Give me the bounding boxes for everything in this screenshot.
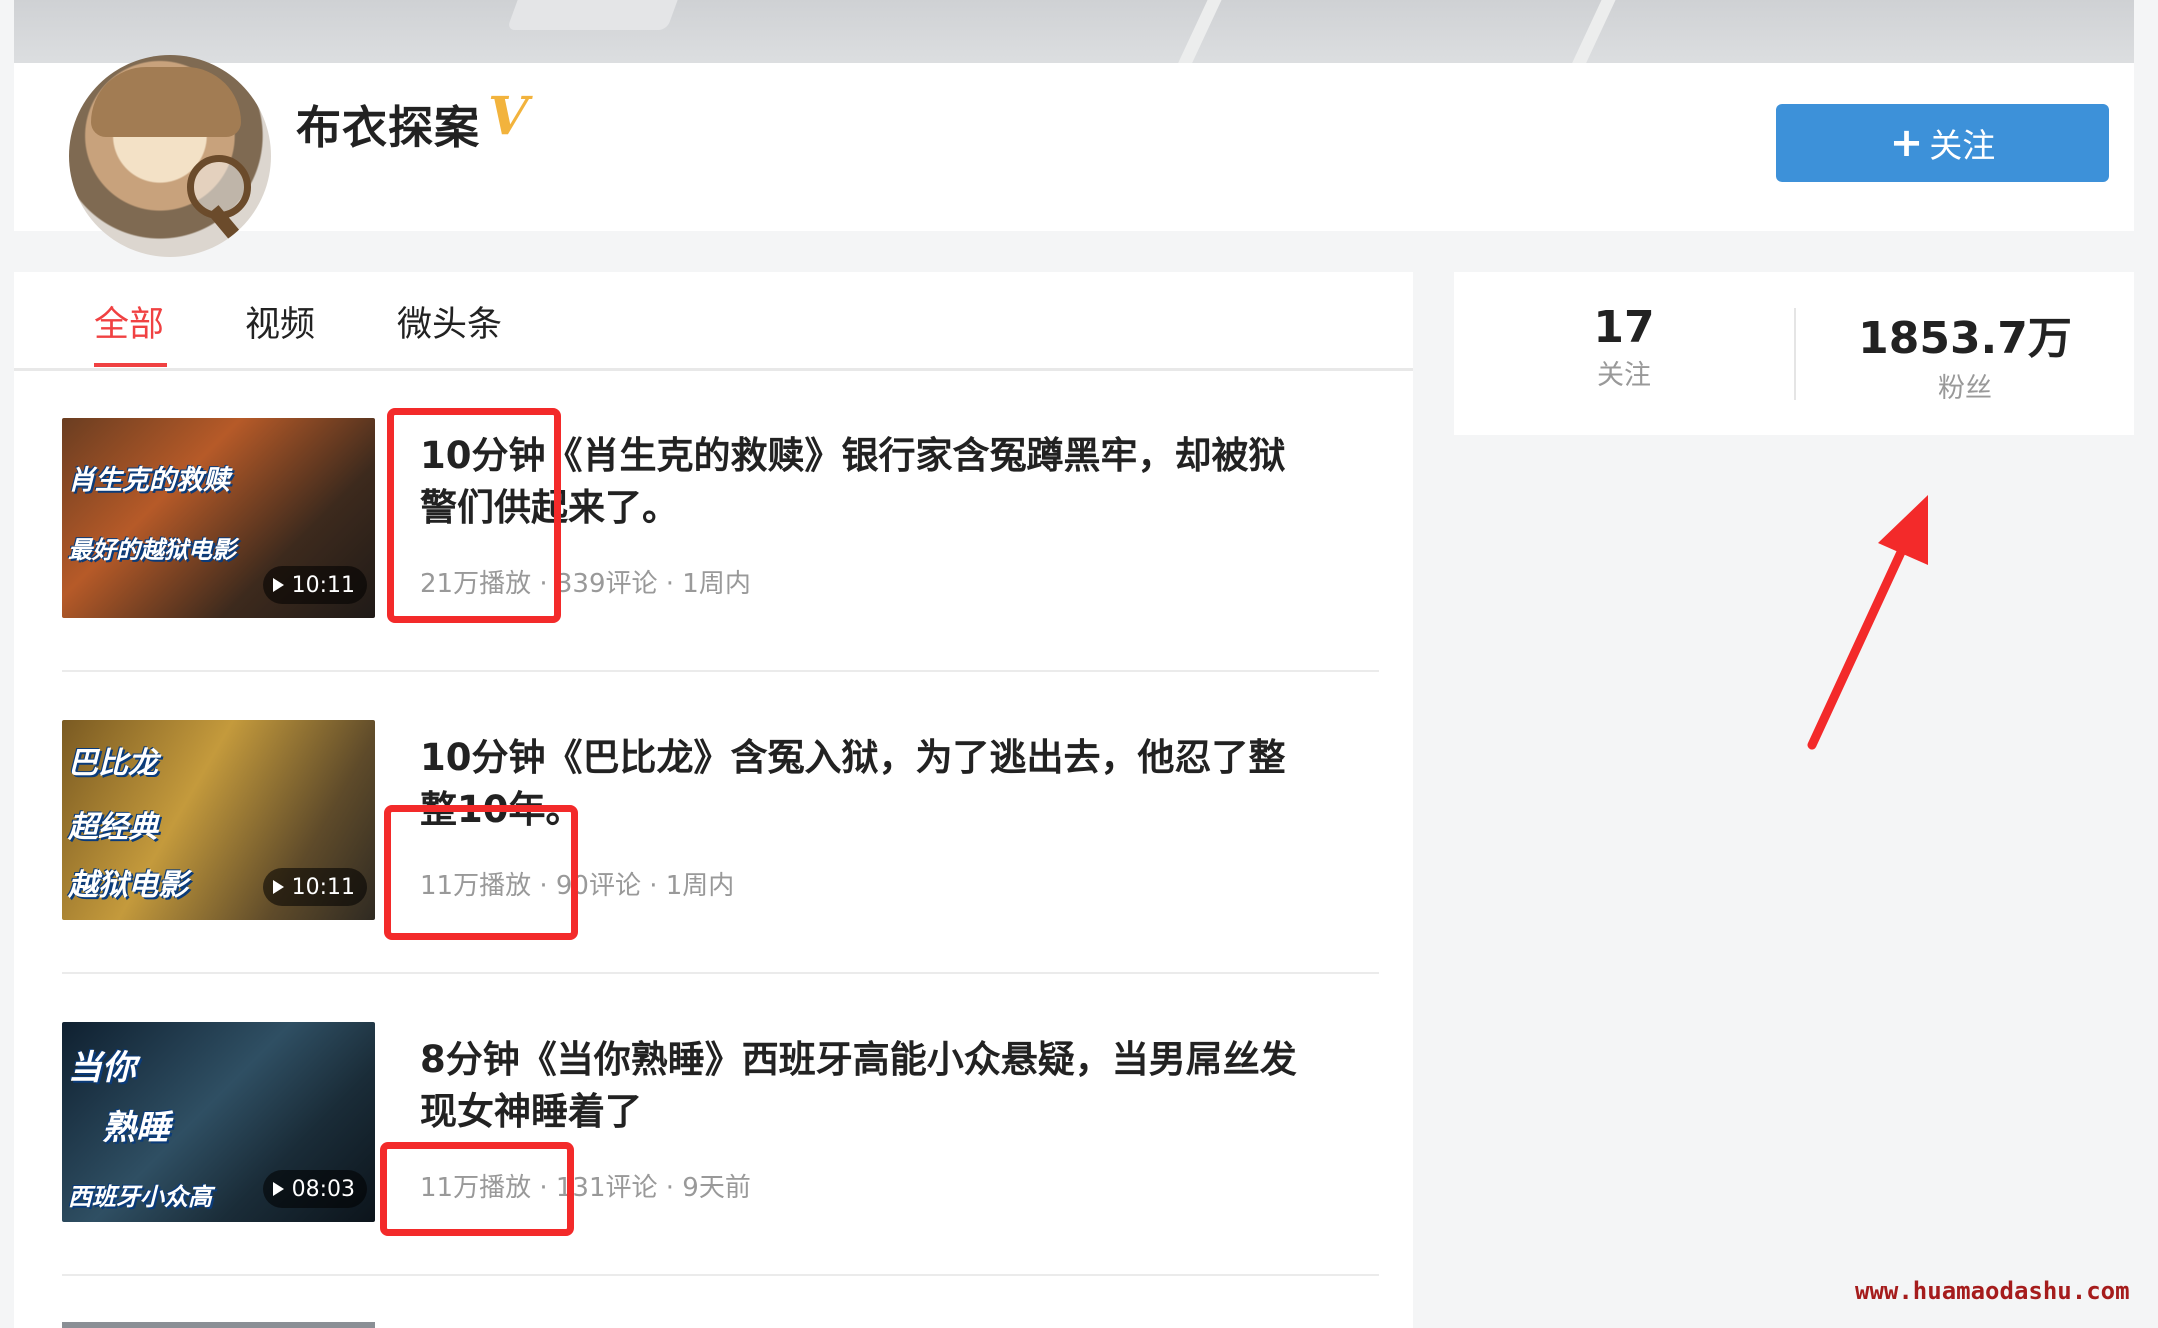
list-item[interactable]: 当你 熟睡 西班牙小众高 08:03 8分钟《当你熟睡》西班牙高能小众悬疑，当男… [62, 972, 1379, 1276]
annotation-box [384, 805, 578, 940]
play-icon [272, 880, 284, 894]
play-icon [272, 1182, 284, 1196]
video-thumbnail[interactable]: 肖生克的救赎 最好的越狱电影 10:11 [62, 418, 375, 618]
thumbnail-caption: 最好的越狱电影 [68, 536, 236, 564]
list-item[interactable]: 巴比龙 超经典 越狱电影 10:11 10分钟《巴比龙》含冤入狱，为了逃出去，他… [62, 670, 1379, 974]
profile-name[interactable]: 布衣探案 [296, 91, 480, 156]
video-thumbnail[interactable]: 当你 熟睡 西班牙小众高 08:03 [62, 1022, 375, 1222]
title-line: 8分钟《当你熟睡》西班牙高能小众悬疑，当男屌丝发 [420, 1038, 1297, 1081]
follow-button[interactable]: + 关注 [1776, 104, 2109, 182]
list-item[interactable]: 肖生克的救赎 最好的越狱电影 10:11 10分钟《肖生克的救赎》银行家含冤蹲黑… [62, 368, 1379, 672]
following-stat[interactable]: 17 关注 [1454, 302, 1794, 392]
thumbnail-caption: 巴比龙 [68, 746, 158, 781]
watermark: www.huamaodashu.com [1855, 1277, 2130, 1305]
video-thumbnail[interactable]: 巴比龙 超经典 越狱电影 10:11 [62, 720, 375, 920]
thumbnail-caption: 西班牙小众高 [68, 1183, 212, 1211]
avatar[interactable] [69, 55, 271, 257]
banner-decoration [506, 0, 682, 30]
thumbnail-caption: 当你 [68, 1048, 136, 1088]
duration-badge: 10:11 [262, 566, 367, 604]
follow-button-label: 关注 [1929, 126, 1996, 165]
tab-video[interactable]: 视频 [245, 296, 315, 347]
thumbnail-caption: 越狱电影 [68, 868, 188, 903]
content-feed: 全部 视频 微头条 肖生克的救赎 最好的越狱电影 10:11 10分钟《肖生克的… [14, 272, 1413, 1328]
title-line: 10分钟《肖生克的救赎》银行家含冤蹲黑牢，却被狱 [420, 434, 1286, 477]
following-count: 17 [1593, 302, 1655, 353]
verified-badge-icon: V [488, 86, 529, 147]
fans-count: 1853.7万 [1858, 313, 2072, 364]
video-thumbnail[interactable] [62, 1322, 375, 1328]
duration-badge: 10:11 [262, 868, 367, 906]
video-title[interactable]: 8分钟《当你熟睡》西班牙高能小众悬疑，当男屌丝发 现女神睡着了 [420, 1034, 1360, 1138]
video-title[interactable]: 10分钟《肖生克的救赎》银行家含冤蹲黑牢，却被狱 警们供起来了。 [420, 430, 1360, 534]
following-label: 关注 [1597, 360, 1651, 391]
duration-text: 10:11 [291, 572, 355, 598]
thumbnail-caption: 肖生克的救赎 [68, 465, 230, 496]
title-line: 10分钟《巴比龙》含冤入狱，为了逃出去，他忍了整 [420, 736, 1286, 779]
tab-micro-headline[interactable]: 微头条 [397, 296, 502, 347]
plus-icon: + [1889, 120, 1924, 166]
active-tab-indicator [94, 363, 167, 367]
avatar-hat-shape [91, 67, 241, 137]
tab-all[interactable]: 全部 [94, 296, 164, 347]
duration-badge: 08:03 [262, 1170, 367, 1208]
title-line: 警们供起来了。 [420, 486, 679, 529]
tab-bar: 全部 视频 微头条 [14, 272, 1413, 371]
annotation-box [387, 408, 561, 623]
fans-stat[interactable]: 1853.7万 粉丝 [1796, 302, 2134, 405]
play-icon [272, 578, 284, 592]
profile-banner [14, 0, 2134, 63]
stats-card: 17 关注 1853.7万 粉丝 [1454, 272, 2134, 435]
duration-text: 10:11 [291, 874, 355, 900]
annotation-box [380, 1142, 574, 1236]
fans-label: 粉丝 [1938, 373, 1992, 404]
banner-decoration [1166, 0, 1630, 63]
thumbnail-caption: 熟睡 [102, 1108, 170, 1148]
annotation-arrow-icon [1807, 495, 1928, 750]
profile-header: 布衣探案 V + 关注 [14, 55, 2134, 257]
thumbnail-caption: 超经典 [68, 810, 158, 845]
title-line: 现女神睡着了 [420, 1090, 642, 1133]
duration-text: 08:03 [291, 1176, 355, 1202]
